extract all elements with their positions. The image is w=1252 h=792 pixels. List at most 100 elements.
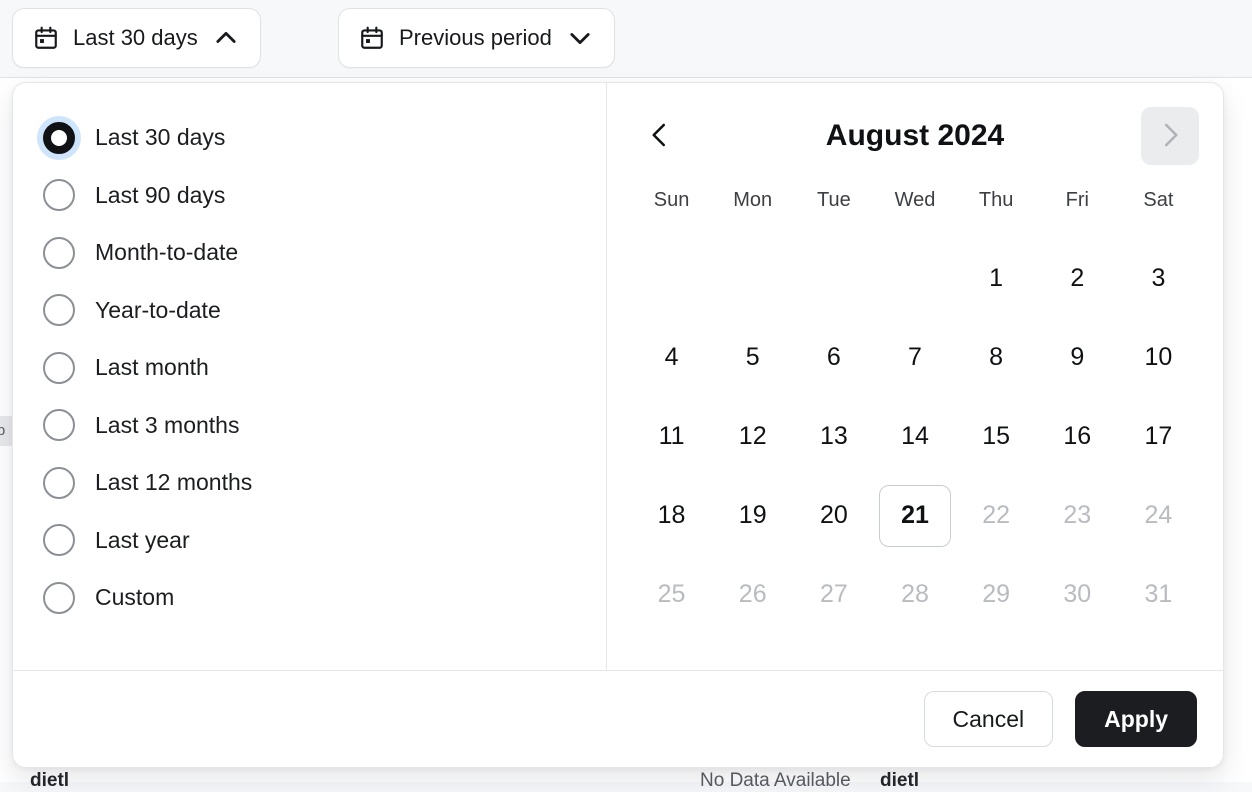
calendar-day-cell — [712, 239, 793, 318]
calendar-day-cell: 1 — [956, 239, 1037, 318]
calendar-week-row: 4 5 6 7 8 9 10 — [631, 318, 1199, 397]
calendar-day-cell: 19 — [712, 476, 793, 555]
calendar-day-cell: 24 — [1118, 476, 1199, 555]
calendar-day[interactable]: 9 — [1041, 327, 1113, 389]
chevron-left-icon — [645, 120, 675, 153]
background-text-fragment-bottom-mid: No Data Available — [700, 770, 851, 791]
calendar-day-empty — [636, 248, 708, 310]
radio-icon[interactable] — [43, 524, 75, 557]
radio-icon[interactable] — [43, 236, 75, 269]
background-text-fragment-bottom-left: dietl — [30, 770, 70, 791]
calendar-day[interactable]: 21 — [878, 484, 951, 547]
radio-icon[interactable] — [43, 409, 75, 442]
compare-period-trigger-button[interactable]: Previous period — [338, 8, 615, 68]
calendar-day[interactable]: 18 — [636, 485, 708, 547]
calendar-day-cell: 31 — [1118, 555, 1199, 634]
calendar-day[interactable]: 7 — [879, 327, 951, 389]
calendar-day[interactable]: 19 — [717, 485, 789, 547]
calendar-icon — [359, 25, 385, 51]
background-text-fragment-bottom-right: dietl — [880, 770, 920, 791]
calendar-day[interactable]: 11 — [636, 406, 708, 468]
preset-option-label: Last 30 days — [95, 124, 226, 151]
calendar-week-row: 11 12 13 14 15 16 17 — [631, 397, 1199, 476]
radio-icon[interactable] — [43, 179, 75, 212]
calendar-day-cell: 28 — [874, 555, 955, 634]
calendar-day-cell: 25 — [631, 555, 712, 634]
calendar-day: 26 — [738, 580, 767, 608]
next-month-button[interactable] — [1141, 107, 1199, 165]
calendar-day: 28 — [901, 580, 929, 608]
calendar-day[interactable]: 10 — [1122, 327, 1194, 389]
preset-option-last-30-days[interactable]: Last 30 days — [13, 109, 606, 167]
weekday-label: Fri — [1065, 189, 1089, 211]
calendar-day: 30 — [1063, 580, 1092, 608]
calendar-day-grid: 1 2 3 4 5 6 7 8 9 10 11 12 13 14 15 16 17 18 19 20 21 22 23 24 2… — [631, 239, 1199, 634]
preset-option-label: Last 12 months — [95, 469, 253, 496]
calendar-day[interactable]: 13 — [798, 406, 870, 468]
weekday-label: Wed — [894, 189, 936, 211]
preset-option-last-month[interactable]: Last month — [13, 339, 606, 397]
calendar-week-row: 123 — [631, 239, 1199, 318]
preset-option-year-to-date[interactable]: Year-to-date — [13, 282, 606, 340]
preset-option-label: Last 90 days — [95, 181, 226, 208]
calendar-day-cell: 27 — [793, 555, 874, 634]
calendar-day[interactable]: 20 — [798, 485, 870, 547]
preset-range-list: Last 30 days Last 90 days Month-to-date … — [13, 83, 607, 670]
calendar-day[interactable]: 16 — [1041, 406, 1113, 468]
calendar-day-cell: 17 — [1118, 397, 1199, 476]
calendar-day-cell: 15 — [956, 397, 1037, 476]
radio-icon[interactable] — [43, 121, 75, 154]
calendar-day-cell: 26 — [712, 555, 793, 634]
preset-option-last-year[interactable]: Last year — [13, 512, 606, 570]
radio-icon[interactable] — [43, 466, 75, 499]
calendar-day[interactable]: 2 — [1041, 248, 1113, 310]
calendar-day-empty — [798, 248, 870, 310]
date-range-picker-popover: Last 30 days Last 90 days Month-to-date … — [12, 82, 1224, 768]
calendar-day-cell: 29 — [956, 555, 1037, 634]
calendar-day-cell: 30 — [1037, 555, 1118, 634]
preset-option-label: Last month — [95, 354, 209, 381]
calendar-week-row: 25 26 27 28 29 30 31 — [631, 555, 1199, 634]
cancel-button[interactable]: Cancel — [923, 691, 1054, 747]
preset-option-last-3-months[interactable]: Last 3 months — [13, 397, 606, 455]
calendar-day-cell: 23 — [1037, 476, 1118, 555]
radio-icon[interactable] — [43, 294, 75, 327]
calendar-day-cell: 7 — [874, 318, 955, 397]
chevron-right-icon — [1155, 120, 1185, 153]
calendar-day-cell: 16 — [1037, 397, 1118, 476]
weekday-label: Thu — [978, 189, 1014, 211]
previous-month-button[interactable] — [631, 107, 689, 165]
preset-option-label: Year-to-date — [95, 296, 221, 323]
date-range-trigger-button[interactable]: Last 30 days — [12, 8, 261, 68]
weekday-label: Sun — [653, 189, 690, 211]
calendar-day[interactable]: 6 — [798, 327, 870, 389]
preset-option-last-12-months[interactable]: Last 12 months — [13, 454, 606, 512]
calendar-week-row: 18 19 20 21 22 23 24 — [631, 476, 1199, 555]
calendar-day[interactable]: 5 — [717, 327, 789, 389]
calendar-day-cell: 14 — [874, 397, 955, 476]
calendar-day[interactable]: 4 — [636, 327, 708, 389]
preset-option-last-90-days[interactable]: Last 90 days — [13, 167, 606, 225]
calendar-day[interactable]: 1 — [960, 248, 1032, 310]
calendar-day: 29 — [982, 580, 1011, 608]
preset-option-month-to-date[interactable]: Month-to-date — [13, 224, 606, 282]
calendar-day-cell: 5 — [712, 318, 793, 397]
calendar-day[interactable]: 8 — [960, 327, 1032, 389]
calendar-day: 31 — [1144, 580, 1173, 608]
calendar-day[interactable]: 12 — [717, 406, 789, 468]
chevron-up-icon — [212, 24, 240, 52]
date-range-trigger-label: Last 30 days — [73, 25, 198, 50]
radio-icon[interactable] — [43, 351, 75, 384]
apply-button[interactable]: Apply — [1075, 691, 1197, 747]
calendar-day: 22 — [982, 501, 1011, 529]
calendar-day[interactable]: 15 — [960, 406, 1032, 468]
preset-option-custom[interactable]: Custom — [13, 569, 606, 627]
calendar-day[interactable]: 14 — [879, 406, 951, 468]
calendar-day[interactable]: 3 — [1122, 248, 1194, 310]
calendar-day: 24 — [1144, 501, 1173, 529]
calendar-day[interactable]: 17 — [1122, 406, 1194, 468]
calendar-day-cell: 12 — [712, 397, 793, 476]
radio-icon[interactable] — [43, 581, 75, 614]
calendar-month-title: August 2024 — [825, 119, 1005, 152]
calendar-day: 23 — [1063, 501, 1092, 529]
